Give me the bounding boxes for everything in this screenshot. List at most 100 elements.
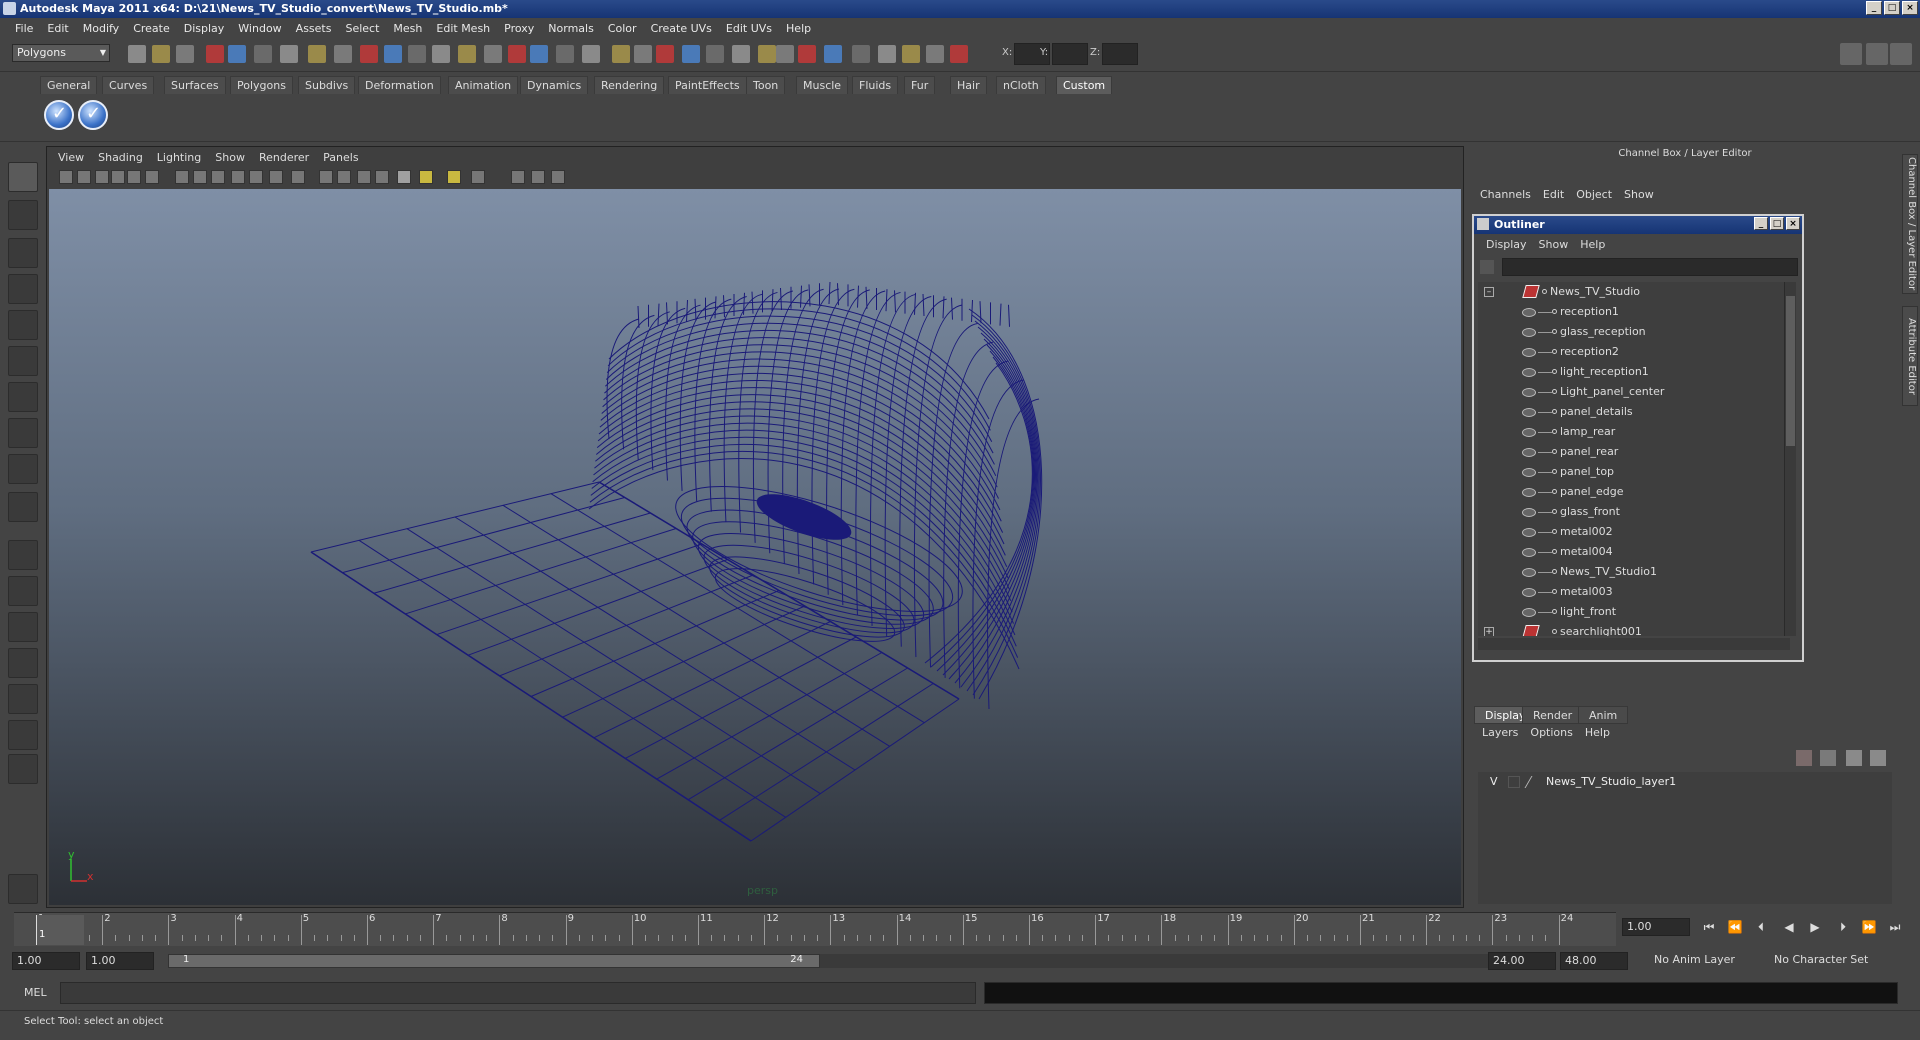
shelf-tab-painteffects[interactable]: PaintEffects <box>668 76 747 94</box>
status-tool-icon-31[interactable] <box>878 45 896 63</box>
outliner-item[interactable]: metal002 <box>1478 522 1790 542</box>
outliner-item[interactable]: panel_edge <box>1478 482 1790 502</box>
channel-box-menu-edit[interactable]: Edit <box>1537 188 1570 201</box>
start-time-field[interactable]: 1.00 <box>12 952 80 970</box>
expand-icon[interactable]: + <box>1484 627 1494 636</box>
layer-menu-layers[interactable]: Layers <box>1476 726 1524 739</box>
new-layer-selected-icon[interactable] <box>1820 750 1836 766</box>
status-tool-icon-13[interactable] <box>432 45 450 63</box>
step-back-key-button[interactable]: ⏪ <box>1726 918 1744 936</box>
channel-box-menu-show[interactable]: Show <box>1618 188 1660 201</box>
menu-create-uvs[interactable]: Create UVs <box>644 22 719 35</box>
outliner-menu-help[interactable]: Help <box>1574 238 1611 251</box>
outliner-item[interactable]: panel_top <box>1478 462 1790 482</box>
universal-manipulator-icon[interactable] <box>8 382 38 412</box>
z-coord-field[interactable] <box>1102 43 1138 65</box>
play-forwards-button[interactable]: ▶ <box>1806 918 1824 936</box>
status-tool-icon-14[interactable] <box>458 45 476 63</box>
menu-normals[interactable]: Normals <box>541 22 601 35</box>
collapse-icon[interactable]: – <box>1484 287 1494 297</box>
status-tool-icon-12[interactable] <box>408 45 426 63</box>
status-tool-icon-10[interactable] <box>360 45 378 63</box>
layer-template-toggle[interactable] <box>1508 776 1520 788</box>
viewport-tool-icon-21[interactable] <box>471 170 485 184</box>
shelf-tab-ncloth[interactable]: nCloth <box>996 76 1046 94</box>
viewport-tool-icon-17[interactable] <box>375 170 389 184</box>
viewport-tool-icon-22[interactable] <box>511 170 525 184</box>
outliner-minimize-button[interactable]: _ <box>1754 217 1768 230</box>
outliner-item[interactable]: light_reception1 <box>1478 362 1790 382</box>
range-slider-track[interactable] <box>820 954 1488 968</box>
outliner-item[interactable]: lamp_rear <box>1478 422 1790 442</box>
status-tool-icon-15[interactable] <box>484 45 502 63</box>
select-tool-icon[interactable] <box>8 162 38 192</box>
viewport-tool-icon-14[interactable] <box>319 170 333 184</box>
menu-set-selector[interactable]: Polygons <box>12 44 110 62</box>
hypershade-layout-icon[interactable] <box>8 684 38 714</box>
outliner-item[interactable]: glass_reception <box>1478 322 1790 342</box>
shelf-tab-muscle[interactable]: Muscle <box>796 76 849 94</box>
menu-edit-mesh[interactable]: Edit Mesh <box>429 22 497 35</box>
status-tool-icon-17[interactable] <box>530 45 548 63</box>
outliner-vertical-scrollbar[interactable] <box>1784 282 1796 636</box>
paint-select-tool-icon[interactable] <box>8 238 38 268</box>
playback-start-field[interactable]: 1.00 <box>86 952 154 970</box>
current-frame-marker[interactable]: 1 <box>36 915 84 945</box>
outliner-item[interactable]: reception2 <box>1478 342 1790 362</box>
viewport-tool-icon-20[interactable] <box>447 170 461 184</box>
channel-box-menu-channels[interactable]: Channels <box>1474 188 1537 201</box>
perspective-viewport[interactable]: View Shading Lighting Show Renderer Panels y … <box>46 146 1464 908</box>
status-tool-icon-22[interactable] <box>656 45 674 63</box>
viewport-menu-panels[interactable]: Panels <box>316 151 365 164</box>
status-tool-icon-30[interactable] <box>852 45 870 63</box>
status-tool-icon-23[interactable] <box>682 45 700 63</box>
layer-extra-icon[interactable] <box>1846 750 1862 766</box>
outliner-item[interactable]: panel_rear <box>1478 442 1790 462</box>
layer-menu-help[interactable]: Help <box>1579 726 1616 739</box>
shelf-tab-polygons[interactable]: Polygons <box>230 76 293 94</box>
menu-display[interactable]: Display <box>177 22 232 35</box>
shelf-tab-subdivs[interactable]: Subdivs <box>298 76 356 94</box>
status-tool-icon-1[interactable] <box>128 45 146 63</box>
shelf-tab-dynamics[interactable]: Dynamics <box>520 76 589 94</box>
outliner-close-button[interactable]: × <box>1786 217 1800 230</box>
layer-tab-render[interactable]: Render <box>1522 706 1584 724</box>
last-tool-icon[interactable] <box>8 492 38 522</box>
menu-modify[interactable]: Modify <box>76 22 126 35</box>
four-view-layout-icon[interactable] <box>8 576 38 606</box>
scene-view[interactable]: y x persp <box>49 189 1461 905</box>
viewport-tool-icon-15[interactable] <box>337 170 351 184</box>
toggle-attribute-editor-icon[interactable] <box>1866 43 1888 65</box>
command-input[interactable] <box>60 982 976 1004</box>
viewport-tool-icon-8[interactable] <box>193 170 207 184</box>
layer-visibility-toggle[interactable]: V <box>1490 772 1498 792</box>
outliner-menu-show[interactable]: Show <box>1533 238 1575 251</box>
layer-options-icon[interactable] <box>1870 750 1886 766</box>
outliner-item[interactable]: light_front <box>1478 602 1790 622</box>
status-tool-icon-25[interactable] <box>732 45 750 63</box>
shelf-tab-fur[interactable]: Fur <box>904 76 936 94</box>
viewport-tool-icon-7[interactable] <box>175 170 189 184</box>
viewport-tool-icon-1[interactable] <box>59 170 73 184</box>
shelf-tab-fluids[interactable]: Fluids <box>852 76 899 94</box>
shelf-tab-rendering[interactable]: Rendering <box>594 76 665 94</box>
menu-help[interactable]: Help <box>779 22 818 35</box>
viewport-tool-icon-4[interactable] <box>111 170 125 184</box>
viewport-menu-show[interactable]: Show <box>208 151 252 164</box>
shelf-tab-toon[interactable]: Toon <box>746 76 786 94</box>
shelf-checkmark-icon-2[interactable] <box>78 100 108 130</box>
layout-options-icon[interactable] <box>8 754 38 784</box>
viewport-menu-lighting[interactable]: Lighting <box>150 151 208 164</box>
channel-box-side-tab[interactable]: Channel Box / Layer Editor <box>1902 154 1918 294</box>
outliner-list[interactable]: – News_TV_Studio reception1 glass_reception… <box>1478 282 1790 636</box>
single-perspective-layout-icon[interactable] <box>8 540 38 570</box>
end-time-field[interactable]: 48.00 <box>1560 952 1628 970</box>
toggle-tool-settings-icon[interactable] <box>1890 43 1912 65</box>
viewport-tool-icon-19[interactable] <box>419 170 433 184</box>
status-tool-icon-34[interactable] <box>950 45 968 63</box>
status-tool-icon-26[interactable] <box>758 45 776 63</box>
outliner-item[interactable]: Light_panel_center <box>1478 382 1790 402</box>
viewport-tool-icon-12[interactable] <box>269 170 283 184</box>
viewport-tool-icon-6[interactable] <box>145 170 159 184</box>
shelf-tab-custom[interactable]: Custom <box>1056 76 1113 94</box>
